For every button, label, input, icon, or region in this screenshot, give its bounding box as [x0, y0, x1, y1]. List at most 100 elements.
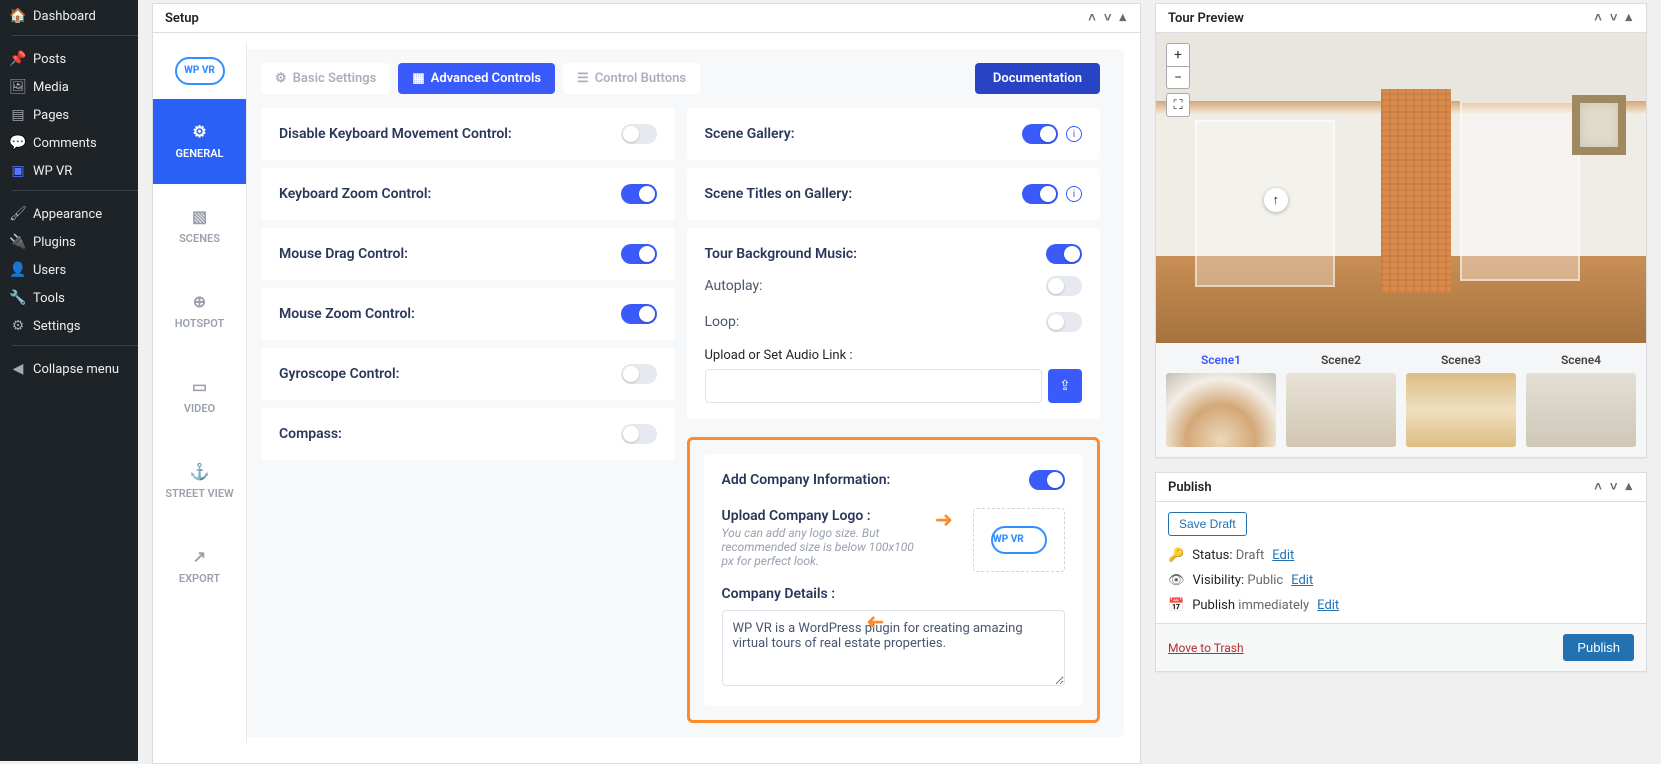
arrow-left-icon: ➜ [866, 610, 884, 635]
setup-title: Setup [165, 11, 199, 26]
tour-preview-title: Tour Preview [1168, 11, 1244, 26]
sidebar-item-appearance[interactable]: 🖌Appearance [0, 200, 138, 228]
bg-music-label: Tour Background Music: [705, 246, 858, 262]
company-details-label: Company Details : [722, 586, 836, 602]
panel-up-icon[interactable]: ˄ [1592, 479, 1604, 495]
move-to-trash-link[interactable]: Move to Trash [1168, 641, 1244, 655]
panel-down-icon[interactable]: ˅ [1102, 10, 1114, 26]
toggle-autoplay[interactable] [1046, 276, 1082, 296]
publish-title: Publish [1168, 480, 1212, 495]
anchor-icon: ⚓ [192, 463, 208, 479]
toggle-compass[interactable] [621, 424, 657, 444]
list-icon: ☰ [577, 71, 589, 86]
panel-toggle-icon[interactable]: ▴ [1623, 10, 1634, 26]
save-draft-button[interactable]: Save Draft [1168, 512, 1247, 536]
documentation-button[interactable]: Documentation [975, 63, 1100, 94]
sidebar-item-posts[interactable]: 📌Posts [0, 45, 138, 73]
wpvr-logo: WP VR [153, 43, 246, 99]
edit-schedule-link[interactable]: Edit [1317, 598, 1339, 613]
calendar-icon: 📅 [1168, 598, 1184, 613]
company-details-textarea[interactable] [722, 610, 1066, 686]
audio-link-input[interactable] [705, 369, 1043, 403]
comments-icon: 💬 [10, 135, 26, 151]
scene-thumb-3[interactable]: Scene3 [1406, 353, 1516, 447]
panel-up-icon[interactable]: ˄ [1086, 10, 1098, 26]
settings-icon: ⚙ [10, 318, 26, 334]
sidebar-item-settings[interactable]: ⚙Settings [0, 312, 138, 340]
setup-panel: Setup ˄ ˅ ▴ WP VR ⚙GENERAL ▧SCENES ⊕HOTS… [152, 3, 1141, 764]
panel-up-icon[interactable]: ˄ [1592, 10, 1604, 26]
vtab-export[interactable]: ↗EXPORT [153, 524, 246, 609]
toggle-add-company[interactable] [1029, 470, 1065, 490]
tab-advanced-controls[interactable]: ▦Advanced Controls [398, 63, 555, 94]
nav-hotspot[interactable]: ↑ [1264, 188, 1288, 212]
sidebar-item-media[interactable]: 🖼Media [0, 73, 138, 101]
vtab-streetview[interactable]: ⚓STREET VIEW [153, 439, 246, 524]
panel-down-icon[interactable]: ˅ [1608, 479, 1620, 495]
compass-label: Compass: [279, 426, 342, 442]
toggle-bg-music[interactable] [1046, 244, 1082, 264]
plugins-icon: 🔌 [10, 234, 26, 250]
vtab-hotspot[interactable]: ⊕HOTSPOT [153, 269, 246, 354]
sidebar-item-tools[interactable]: 🔧Tools [0, 284, 138, 312]
info-icon[interactable]: i [1066, 186, 1082, 202]
fullscreen-button[interactable]: ⛶ [1166, 93, 1190, 117]
wpvr-icon: ▣ [10, 163, 26, 179]
tools-icon: 🔧 [10, 290, 26, 306]
sidebar-item-users[interactable]: 👤Users [0, 256, 138, 284]
toggle-mouse-zoom[interactable] [621, 304, 657, 324]
grid-icon: ▦ [412, 71, 424, 86]
autoplay-label: Autoplay: [705, 278, 763, 294]
toggle-disable-kb[interactable] [621, 124, 657, 144]
info-icon[interactable]: i [1066, 126, 1082, 142]
toggle-kb-zoom[interactable] [621, 184, 657, 204]
scene-thumb-1[interactable]: Scene1 [1166, 353, 1276, 447]
publish-panel: Publish ˄˅▴ Save Draft 🔑Status: Draft Ed… [1155, 472, 1647, 672]
publish-button[interactable]: Publish [1563, 634, 1634, 661]
sidebar-item-comments[interactable]: 💬Comments [0, 129, 138, 157]
eye-icon: 👁 [1168, 573, 1185, 588]
sidebar-item-pages[interactable]: ▤Pages [0, 101, 138, 129]
toggle-scene-titles[interactable] [1022, 184, 1058, 204]
scene-strip: Scene1 Scene2 Scene3 Scene4 [1156, 343, 1646, 457]
zoom-in-button[interactable]: + [1167, 44, 1189, 66]
sidebar-item-collapse[interactable]: ◀Collapse menu [0, 355, 138, 383]
video-icon: ▭ [192, 378, 208, 394]
brick-pillar [1381, 89, 1451, 294]
gear-icon: ⚙ [275, 71, 287, 86]
toggle-gyro[interactable] [621, 364, 657, 384]
edit-status-link[interactable]: Edit [1272, 548, 1294, 563]
loop-label: Loop: [705, 314, 740, 330]
toggle-loop[interactable] [1046, 312, 1082, 332]
vtab-general[interactable]: ⚙GENERAL [153, 99, 246, 184]
sidebar-item-dashboard[interactable]: 🏠Dashboard [0, 2, 138, 30]
panel-toggle-icon[interactable]: ▴ [1623, 479, 1634, 495]
pin-icon: 📌 [10, 51, 26, 67]
mouse-drag-label: Mouse Drag Control: [279, 246, 408, 262]
vtab-video[interactable]: ▭VIDEO [153, 354, 246, 439]
panel-down-icon[interactable]: ˅ [1608, 10, 1620, 26]
key-icon: 🔑 [1168, 548, 1184, 563]
add-company-label: Add Company Information: [722, 472, 891, 488]
company-info-highlight: Add Company Information: Upload Company … [687, 437, 1101, 723]
room-door-right [1460, 101, 1580, 281]
toggle-mouse-drag[interactable] [621, 244, 657, 264]
sidebar-item-plugins[interactable]: 🔌Plugins [0, 228, 138, 256]
arrow-right-icon: ➜ [935, 508, 953, 533]
preview-viewport[interactable]: + − ⛶ ↑ [1156, 33, 1646, 343]
edit-visibility-link[interactable]: Edit [1291, 573, 1313, 588]
dashboard-icon: 🏠 [10, 8, 26, 24]
panel-toggle-icon[interactable]: ▴ [1117, 10, 1128, 26]
scene-thumb-2[interactable]: Scene2 [1286, 353, 1396, 447]
vtab-scenes[interactable]: ▧SCENES [153, 184, 246, 269]
kb-zoom-label: Keyboard Zoom Control: [279, 186, 431, 202]
tab-control-buttons[interactable]: ☰Control Buttons [563, 63, 700, 94]
collapse-icon: ◀ [10, 361, 26, 377]
logo-dropzone[interactable]: WP VR [973, 508, 1065, 572]
scene-thumb-4[interactable]: Scene4 [1526, 353, 1636, 447]
zoom-out-button[interactable]: − [1167, 66, 1189, 88]
toggle-scene-gallery[interactable] [1022, 124, 1058, 144]
tab-basic-settings[interactable]: ⚙Basic Settings [261, 63, 390, 94]
sidebar-item-wpvr[interactable]: ▣WP VR [0, 157, 138, 185]
upload-audio-button[interactable]: ⇪ [1048, 369, 1082, 403]
